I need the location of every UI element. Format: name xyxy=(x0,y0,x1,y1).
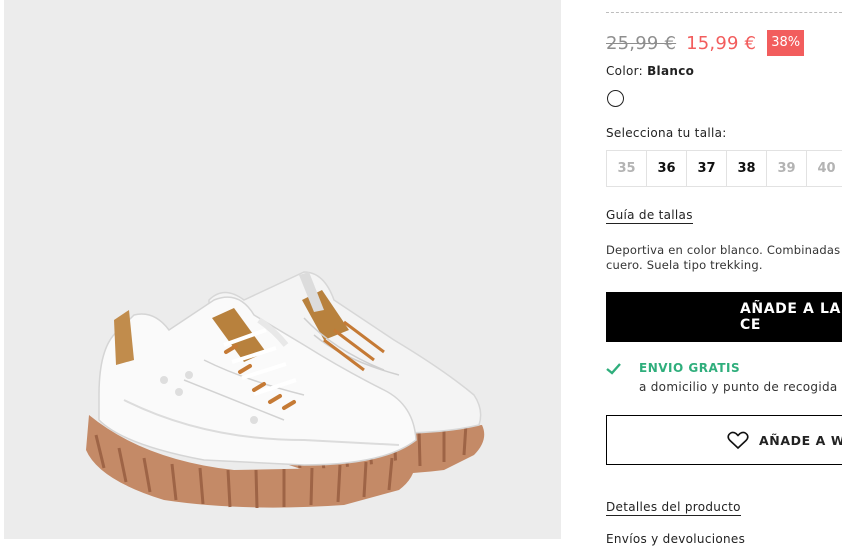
color-label: Color: xyxy=(606,64,643,78)
size-option-39[interactable]: 39 xyxy=(766,150,807,187)
size-option-40[interactable]: 40 xyxy=(806,150,842,187)
free-shipping-title: ENVIO GRATIS xyxy=(639,361,741,375)
price-row: 25,99 € 15,99 € 38% xyxy=(606,29,805,57)
original-price: 25,99 € xyxy=(606,32,677,54)
product-image[interactable] xyxy=(4,0,561,539)
size-label: Selecciona tu talla: xyxy=(606,126,727,140)
shipping-returns-link[interactable]: Envíos y devoluciones xyxy=(606,532,745,546)
size-selector: 35 36 37 38 39 40 xyxy=(606,150,842,187)
discount-badge: 38% xyxy=(767,30,805,56)
size-option-38[interactable]: 38 xyxy=(726,150,767,187)
color-row: Color: Blanco xyxy=(606,64,694,78)
shipping-subtitle: a domicilio y punto de recogida a xyxy=(639,380,842,394)
color-swatch-white[interactable] xyxy=(607,90,624,107)
wishlist-label: AÑADE A WIS xyxy=(759,432,842,448)
color-value: Blanco xyxy=(647,64,695,78)
heart-icon xyxy=(727,431,749,449)
size-option-35[interactable]: 35 xyxy=(606,150,647,187)
size-option-36[interactable]: 36 xyxy=(646,150,687,187)
product-details-link[interactable]: Detalles del producto xyxy=(606,500,741,516)
size-option-37[interactable]: 37 xyxy=(686,150,727,187)
add-to-cart-button[interactable]: AÑADE A LA CE xyxy=(606,292,842,342)
description-line: Deportiva en color blanco. Combinadas co xyxy=(606,243,842,257)
size-guide-link[interactable]: Guía de tallas xyxy=(606,208,693,224)
sale-price: 15,99 € xyxy=(686,32,757,54)
add-to-wishlist-button[interactable]: AÑADE A WIS xyxy=(606,415,842,465)
sneakers-illustration xyxy=(86,271,485,509)
check-icon xyxy=(606,363,621,375)
separator-line xyxy=(606,12,842,13)
product-description: Deportiva en color blanco. Combinadas co… xyxy=(606,243,842,273)
description-line: cuero. Suela tipo trekking. xyxy=(606,258,763,272)
